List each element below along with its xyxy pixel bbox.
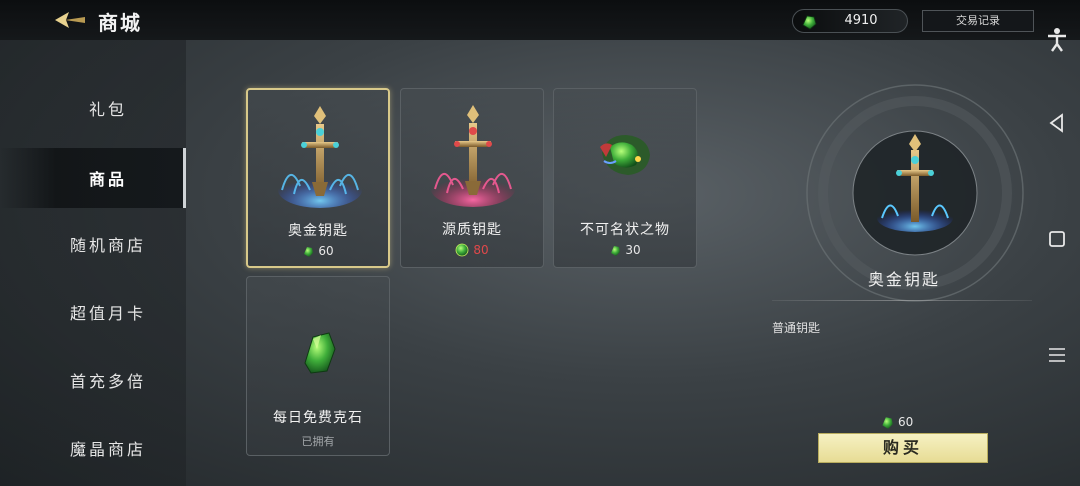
item-price-value: 30 (625, 243, 641, 257)
item-price-value: 60 (318, 244, 334, 258)
source-key-icon (431, 105, 515, 207)
buy-button[interactable]: 购买 (818, 433, 988, 463)
recents-nav-icon[interactable] (1042, 340, 1072, 370)
green-stone-icon (304, 332, 336, 374)
item-price-value: 80 (473, 243, 489, 257)
accessibility-icon[interactable] (1042, 24, 1072, 54)
green-crystal-icon (304, 246, 314, 257)
item-name: 奥金钥匙 (288, 223, 348, 239)
green-crystal-icon (611, 245, 621, 256)
detail-divider (772, 300, 1032, 301)
system-nav-bar (1034, 0, 1080, 486)
item-price: 60 (248, 244, 388, 258)
sidebar-item-monthly-card[interactable]: 超值月卡 (0, 282, 186, 342)
back-arrow-icon (55, 12, 85, 28)
back-button[interactable] (50, 6, 90, 34)
currency-balance[interactable]: 4910 (792, 9, 908, 33)
category-sidebar: 礼包 商品 随机商店 超值月卡 首充多倍 魔晶商店 (0, 40, 186, 486)
sidebar-item-first-recharge[interactable]: 首充多倍 (0, 350, 186, 410)
green-crystal-icon (802, 15, 817, 30)
item-card-golden-key[interactable]: 奥金钥匙 60 (246, 88, 390, 268)
sidebar-item-crystal-shop[interactable]: 魔晶商店 (0, 418, 186, 478)
sidebar-item-random-shop[interactable]: 随机商店 (0, 214, 186, 274)
trade-history-button[interactable]: 交易记录 (922, 10, 1034, 32)
back-nav-icon[interactable] (1042, 108, 1072, 138)
golden-key-icon (278, 106, 362, 208)
top-bar: 商城 4910 交易记录 (0, 0, 1080, 40)
item-price: 30 (554, 243, 696, 257)
item-price: 80 (401, 243, 543, 257)
sidebar-item-goods[interactable]: 商品 (0, 148, 186, 208)
detail-price: 60 (880, 412, 940, 432)
detail-price-value: 60 (898, 415, 914, 429)
item-card-daily-free-stone[interactable]: 每日免费克石 已拥有 (246, 276, 390, 456)
item-name: 不可名状之物 (580, 222, 670, 238)
item-name: 每日免费克石 (273, 410, 363, 426)
page-title: 商城 (98, 11, 142, 35)
detail-item-name: 奥金钥匙 (867, 270, 940, 289)
detail-item-description: 普通钥匙 (772, 321, 821, 335)
item-name: 源质钥匙 (442, 222, 502, 238)
item-card-indescribable-thing[interactable]: 不可名状之物 30 (553, 88, 697, 268)
home-nav-icon[interactable] (1042, 224, 1072, 254)
currency-amount: 4910 (844, 13, 878, 28)
green-crystal-icon (882, 416, 893, 429)
item-card-source-key[interactable]: 源质钥匙 80 (400, 88, 544, 268)
green-orb-icon (455, 243, 469, 257)
owned-status: 已拥有 (301, 435, 335, 448)
sidebar-item-gift-pack[interactable]: 礼包 (0, 78, 186, 138)
indescribable-thing-icon (600, 135, 650, 175)
